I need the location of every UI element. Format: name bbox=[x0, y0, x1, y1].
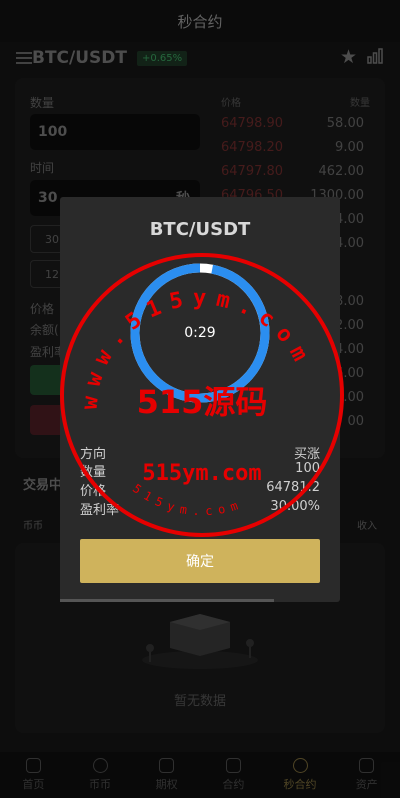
watermark-main-text: 515源码 bbox=[137, 383, 268, 421]
watermark-stamp: www.515ym.com 515源码 515ym.com 515ym.com bbox=[60, 253, 344, 537]
svg-text:515ym.com: 515ym.com bbox=[130, 481, 245, 518]
dialog-scrollbar[interactable] bbox=[60, 599, 274, 602]
dialog-title: BTC/USDT bbox=[149, 219, 251, 240]
watermark-bottom-text: 515ym.com bbox=[130, 481, 239, 518]
watermark-sub-text: 515ym.com bbox=[142, 461, 261, 486]
confirm-button[interactable]: 确定 bbox=[80, 539, 320, 583]
confirm-button-label: 确定 bbox=[186, 554, 214, 570]
